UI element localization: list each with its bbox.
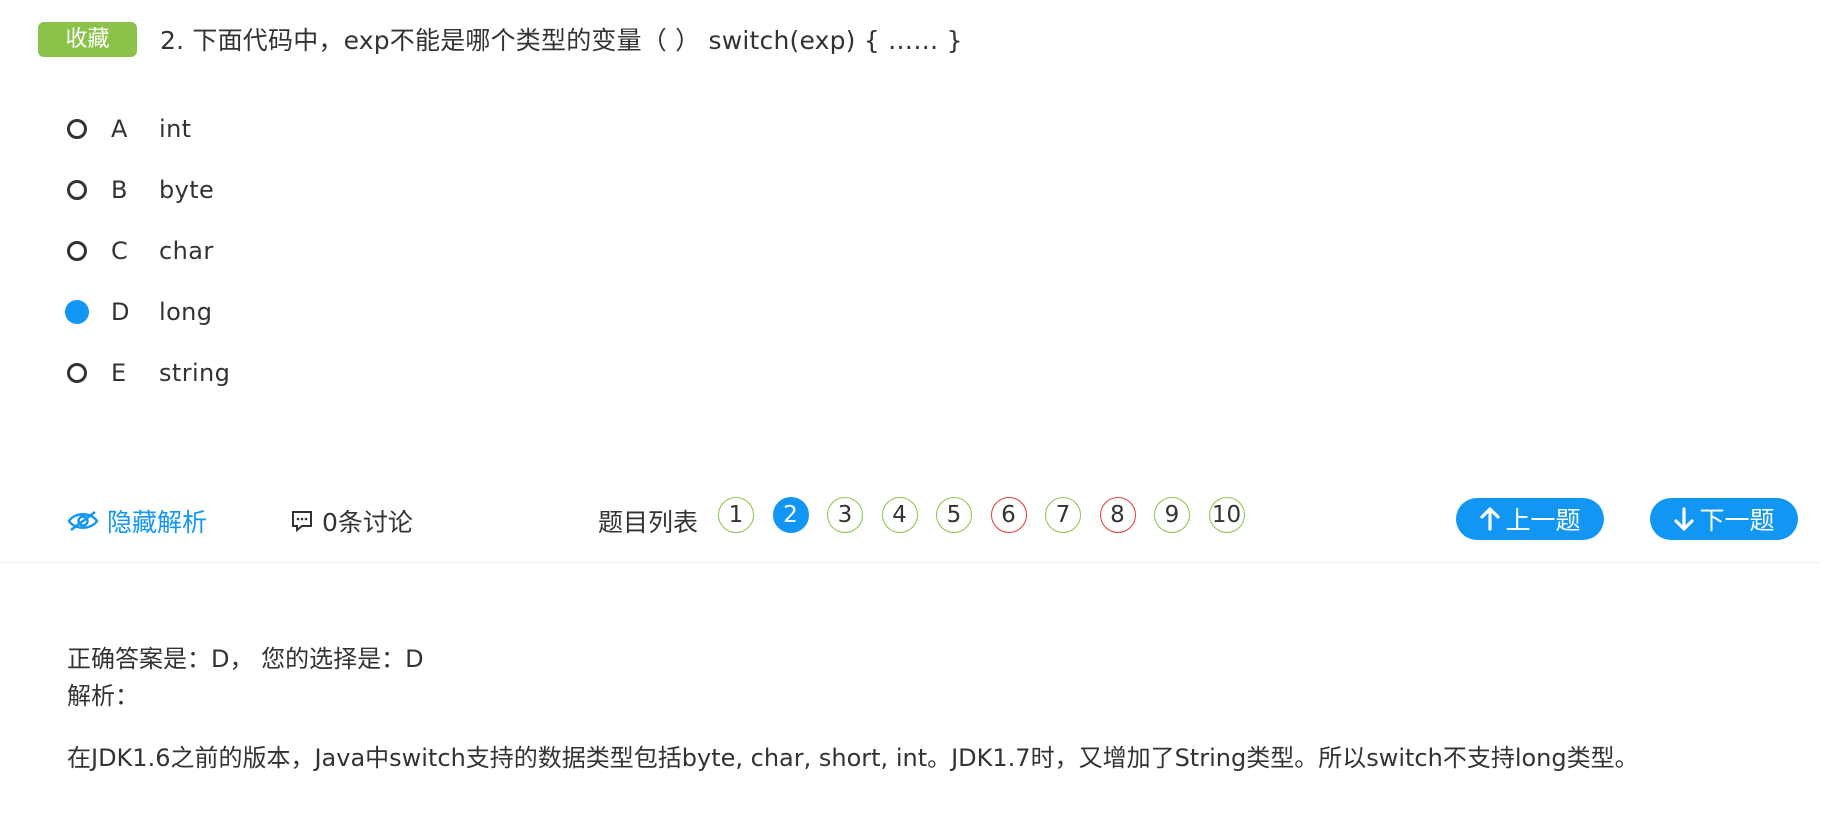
option-d[interactable]: D long	[65, 281, 230, 342]
next-question-label: 下一题	[1699, 506, 1775, 535]
question-number-4[interactable]: 4	[881, 497, 918, 533]
option-text: long	[159, 297, 213, 326]
options-list: A int B byte C char D long E string	[65, 98, 230, 403]
discussion-label: 0条讨论	[322, 508, 413, 537]
option-c[interactable]: C char	[67, 220, 230, 281]
question-number-2-current[interactable]: 2	[772, 497, 809, 533]
option-letter: C	[111, 236, 128, 265]
answer-summary: 正确答案是：D， 您的选择是：D	[67, 645, 424, 673]
question-number-8[interactable]: 8	[1099, 497, 1136, 533]
question-number-9[interactable]: 9	[1154, 497, 1190, 533]
discussion-button[interactable]: 0条讨论	[290, 503, 413, 539]
radio-button-b[interactable]	[67, 179, 87, 200]
question-toolbar: 隐藏解析 0条讨论 题目列表 1 2 3 4 5 6 7 8 9 10 上一题 …	[0, 495, 1820, 543]
radio-button-a[interactable]	[67, 118, 87, 139]
radio-button-d-selected[interactable]	[65, 299, 89, 324]
option-text: string	[159, 358, 231, 387]
option-a[interactable]: A int	[67, 98, 230, 159]
question-list-label: 题目列表	[598, 508, 699, 537]
next-question-button[interactable]: 下一题	[1650, 498, 1798, 540]
eye-icon	[67, 511, 99, 531]
hide-analysis-button[interactable]: 隐藏解析	[67, 503, 207, 539]
analysis-text: 在JDK1.6之前的版本，Java中switch支持的数据类型包括byte, c…	[67, 744, 1639, 772]
radio-button-e[interactable]	[67, 362, 87, 383]
previous-question-button[interactable]: 上一题	[1456, 498, 1604, 540]
question-page: 收藏 2. 下面代码中，exp不能是哪个类型的变量（ ） switch(exp)…	[0, 0, 1839, 821]
option-letter: D	[111, 297, 130, 326]
comment-icon	[292, 511, 312, 533]
analysis-section: 正确答案是：D， 您的选择是：D 解析： 在JDK1.6之前的版本，Java中s…	[67, 640, 1639, 778]
hide-analysis-label: 隐藏解析	[107, 508, 208, 537]
previous-question-label: 上一题	[1505, 506, 1581, 535]
option-b[interactable]: B byte	[67, 159, 230, 220]
option-letter: A	[111, 114, 128, 143]
favorite-button[interactable]: 收藏	[38, 22, 137, 57]
arrow-up-icon	[1480, 507, 1501, 531]
question-number-6[interactable]: 6	[990, 497, 1027, 533]
question-number-1[interactable]: 1	[718, 497, 754, 533]
analysis-label: 解析：	[67, 682, 139, 710]
option-e[interactable]: E string	[67, 342, 230, 403]
option-letter: B	[111, 175, 128, 204]
option-text: char	[159, 236, 214, 265]
question-number-5[interactable]: 5	[936, 497, 972, 533]
arrow-down-icon	[1674, 507, 1695, 531]
question-number-3[interactable]: 3	[827, 497, 863, 533]
option-text: byte	[159, 175, 215, 204]
question-number-10[interactable]: 10	[1208, 497, 1245, 533]
question-number-7[interactable]: 7	[1045, 497, 1081, 533]
question-title: 2. 下面代码中，exp不能是哪个类型的变量（ ） switch(exp) { …	[160, 26, 963, 55]
option-text: int	[159, 114, 192, 143]
divider	[0, 562, 1820, 563]
option-letter: E	[111, 358, 127, 387]
question-number-list: 1 2 3 4 5 6 7 8 9 10	[718, 497, 1263, 533]
radio-button-c[interactable]	[67, 240, 87, 261]
